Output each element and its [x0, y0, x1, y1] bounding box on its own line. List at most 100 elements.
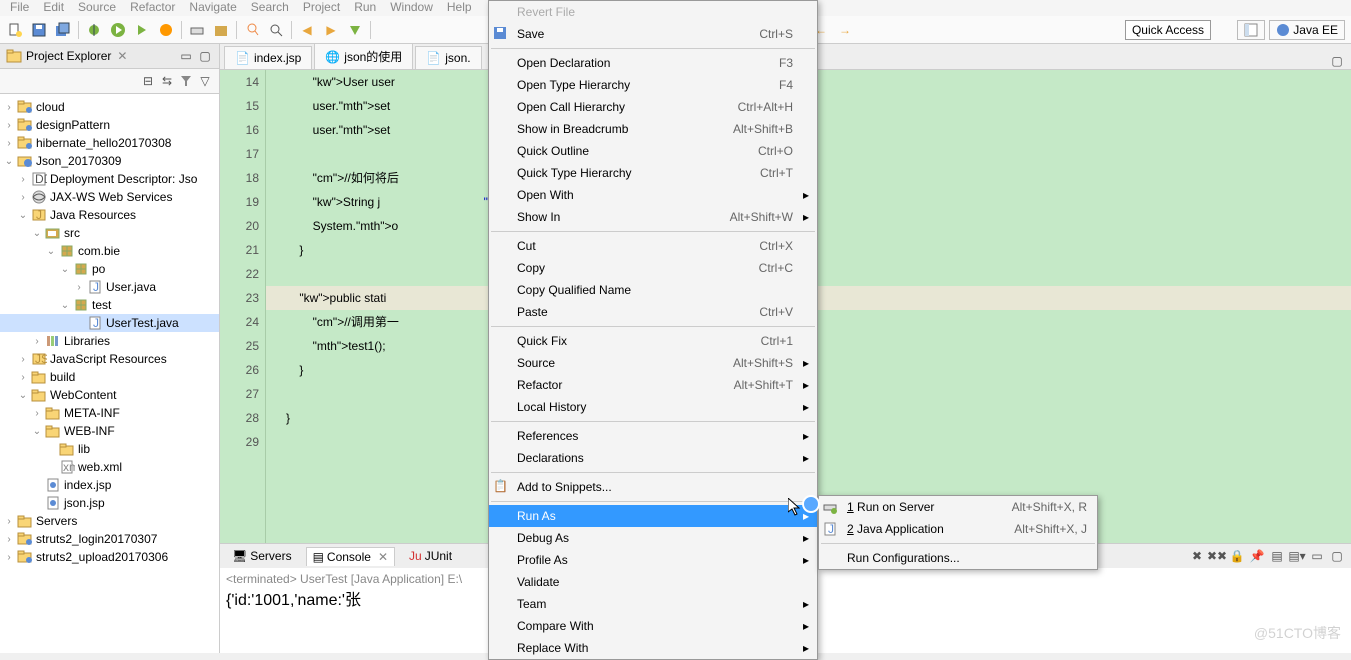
save-icon[interactable]: [28, 19, 50, 41]
menu-item-open-type-hierarchy[interactable]: Open Type HierarchyF4: [489, 74, 817, 96]
run-as-submenu[interactable]: 1 Run on ServerAlt+Shift+X, RJ2 Java App…: [818, 495, 1098, 570]
tree-item-meta-inf[interactable]: ›META-INF: [0, 404, 219, 422]
twist-icon[interactable]: ›: [32, 408, 42, 419]
tree-item-struts2_login20170307[interactable]: ›struts2_login20170307: [0, 530, 219, 548]
menu-item-copy[interactable]: CopyCtrl+C: [489, 257, 817, 279]
submenu-item-java-application[interactable]: J2 Java ApplicationAlt+Shift+X, J: [819, 518, 1097, 540]
open-type-icon[interactable]: [241, 19, 263, 41]
menu-project[interactable]: Project: [303, 0, 340, 16]
twist-icon[interactable]: ›: [4, 120, 14, 131]
tree-item-cloud[interactable]: ›cloud: [0, 98, 219, 116]
menu-item-declarations[interactable]: Declarations▸: [489, 447, 817, 469]
tree-item-java-resources[interactable]: ⌄JJava Resources: [0, 206, 219, 224]
submenu-item-run-on-server[interactable]: 1 Run on ServerAlt+Shift+X, R: [819, 496, 1097, 518]
run-icon[interactable]: [107, 19, 129, 41]
display-console-icon[interactable]: ▤: [1269, 548, 1285, 564]
tree-item-jax-ws-web-services[interactable]: ›JAX-WS Web Services: [0, 188, 219, 206]
menu-item-team[interactable]: Team▸: [489, 593, 817, 615]
menu-item-refactor[interactable]: RefactorAlt+Shift+T▸: [489, 374, 817, 396]
menu-item-cut[interactable]: CutCtrl+X: [489, 235, 817, 257]
menu-item-show-in-breadcrumb[interactable]: Show in BreadcrumbAlt+Shift+B: [489, 118, 817, 140]
twist-icon[interactable]: ›: [18, 354, 28, 365]
menu-item-paste[interactable]: PasteCtrl+V: [489, 301, 817, 323]
twist-icon[interactable]: ⌄: [46, 246, 56, 257]
menu-item-quick-type-hierarchy[interactable]: Quick Type HierarchyCtrl+T: [489, 162, 817, 184]
coverage-icon[interactable]: [155, 19, 177, 41]
twist-icon[interactable]: ›: [4, 138, 14, 149]
nav-back-icon[interactable]: ◀: [296, 19, 318, 41]
menu-help[interactable]: Help: [447, 0, 472, 16]
menu-item-debug-as[interactable]: Debug As▸: [489, 527, 817, 549]
twist-icon[interactable]: ›: [4, 534, 14, 545]
open-console-icon[interactable]: ▤▾: [1289, 548, 1305, 564]
menu-item-validate[interactable]: Validate: [489, 571, 817, 593]
twist-icon[interactable]: ›: [18, 372, 28, 383]
twist-icon[interactable]: ›: [32, 336, 42, 347]
menu-item-add-to-snippets-[interactable]: 📋Add to Snippets...: [489, 476, 817, 498]
twist-icon[interactable]: ⌄: [4, 156, 14, 167]
tree-item-web-inf[interactable]: ⌄WEB-INF: [0, 422, 219, 440]
tab-json-usage[interactable]: 🌐json的使用: [314, 43, 413, 69]
menu-item-save[interactable]: SaveCtrl+S: [489, 23, 817, 45]
tree-item-po[interactable]: ⌄po: [0, 260, 219, 278]
collapse-all-icon[interactable]: ⊟: [140, 73, 156, 89]
menu-search[interactable]: Search: [251, 0, 289, 16]
twist-icon[interactable]: ›: [74, 282, 84, 293]
twist-icon[interactable]: ⌄: [18, 390, 28, 401]
twist-icon[interactable]: ⌄: [32, 228, 42, 239]
tree-item-index-jsp[interactable]: index.jsp: [0, 476, 219, 494]
tree-item-hibernate_hello20170308[interactable]: ›hibernate_hello20170308: [0, 134, 219, 152]
close-icon[interactable]: ✕: [378, 550, 388, 564]
tree-item-javascript-resources[interactable]: ›JSJavaScript Resources: [0, 350, 219, 368]
new-icon[interactable]: [4, 19, 26, 41]
menu-edit[interactable]: Edit: [43, 0, 64, 16]
menu-file[interactable]: File: [10, 0, 29, 16]
new-server-icon[interactable]: [186, 19, 208, 41]
tree-item-src[interactable]: ⌄src: [0, 224, 219, 242]
menu-item-open-declaration[interactable]: Open DeclarationF3: [489, 52, 817, 74]
tree-item-build[interactable]: ›build: [0, 368, 219, 386]
twist-icon[interactable]: ›: [4, 516, 14, 527]
editor-maximize-icon[interactable]: ▢: [1329, 53, 1345, 69]
tree-item-libraries[interactable]: ›Libraries: [0, 332, 219, 350]
fwd-nav-icon[interactable]: →: [834, 19, 856, 41]
drop-icon[interactable]: [344, 19, 366, 41]
tree-item-servers[interactable]: ›Servers: [0, 512, 219, 530]
open-perspective-button[interactable]: [1237, 20, 1265, 40]
nav-fwd-icon[interactable]: ▶: [320, 19, 342, 41]
tab-console[interactable]: ▤Console✕: [306, 547, 395, 566]
tree-item-user-java[interactable]: ›JUser.java: [0, 278, 219, 296]
debug-icon[interactable]: [83, 19, 105, 41]
editor-context-menu[interactable]: Revert FileSaveCtrl+SOpen DeclarationF3O…: [488, 0, 818, 660]
tab-index-jsp[interactable]: 📄index.jsp: [224, 46, 312, 69]
menu-item-open-with[interactable]: Open With▸: [489, 184, 817, 206]
save-all-icon[interactable]: [52, 19, 74, 41]
menu-run[interactable]: Run: [354, 0, 376, 16]
tab-servers[interactable]: 🖥Servers: [226, 547, 298, 565]
twist-icon[interactable]: ›: [4, 552, 14, 563]
menu-window[interactable]: Window: [390, 0, 433, 16]
twist-icon[interactable]: ⌄: [32, 426, 42, 437]
menu-item-open-call-hierarchy[interactable]: Open Call HierarchyCtrl+Alt+H: [489, 96, 817, 118]
search-icon[interactable]: [265, 19, 287, 41]
tree-item-usertest-java[interactable]: JUserTest.java: [0, 314, 219, 332]
menu-item-source[interactable]: SourceAlt+Shift+S▸: [489, 352, 817, 374]
menu-item-replace-with[interactable]: Replace With▸: [489, 637, 817, 659]
minimize-icon[interactable]: ▭: [178, 48, 194, 64]
project-tree[interactable]: ›cloud›designPattern›hibernate_hello2017…: [0, 94, 219, 653]
close-icon[interactable]: ✕: [117, 49, 127, 63]
twist-icon[interactable]: ⌄: [60, 264, 70, 275]
twist-icon[interactable]: ⌄: [18, 210, 28, 221]
twist-icon[interactable]: ⌄: [60, 300, 70, 311]
tree-item-deployment-descriptor--jso[interactable]: ›DDDeployment Descriptor: Jso: [0, 170, 219, 188]
scroll-lock-icon[interactable]: 🔒: [1229, 548, 1245, 564]
javaee-perspective-button[interactable]: Java EE: [1269, 20, 1345, 40]
menu-source[interactable]: Source: [78, 0, 116, 16]
minimize-icon[interactable]: ▭: [1309, 548, 1325, 564]
tree-item-webcontent[interactable]: ⌄WebContent: [0, 386, 219, 404]
twist-icon[interactable]: ›: [4, 102, 14, 113]
link-editor-icon[interactable]: ⇆: [159, 73, 175, 89]
tab-json[interactable]: 📄json.: [415, 46, 481, 69]
menu-item-run-as[interactable]: Run As▸: [489, 505, 817, 527]
menu-item-references[interactable]: References▸: [489, 425, 817, 447]
